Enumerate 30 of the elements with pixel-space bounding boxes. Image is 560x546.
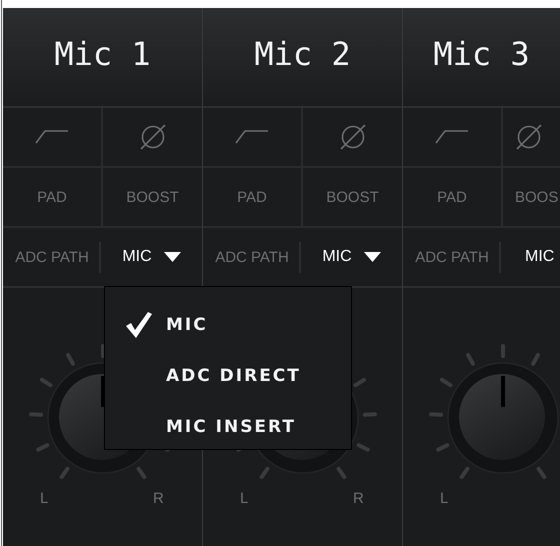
caret-icon: [364, 252, 381, 262]
path-label: ADC PATH: [215, 248, 289, 266]
caret-icon: [164, 252, 181, 262]
phase-invert-icon: [138, 123, 166, 151]
phase-invert-button[interactable]: [503, 108, 560, 166]
channel-name: Mic 1: [54, 35, 151, 75]
pan-left-label: L: [40, 490, 48, 507]
path-dropdown[interactable]: MIC: [322, 248, 381, 266]
channel-name: Mic 2: [254, 35, 351, 75]
pan-knob[interactable]: [447, 362, 559, 474]
menu-item[interactable]: MIC: [105, 299, 351, 350]
pan-right-label: R: [153, 490, 164, 507]
menu-item[interactable]: MIC INSERT: [105, 401, 351, 452]
check-icon: [126, 312, 152, 338]
pan-right-label: R: [353, 490, 364, 507]
highpass-filter-icon: [35, 130, 69, 144]
phase-invert-icon: [338, 123, 366, 151]
path-dropdown[interactable]: MIC: [122, 248, 181, 266]
highpass-filter-icon: [235, 130, 269, 144]
pan-left-label: L: [440, 490, 448, 507]
phase-invert-button[interactable]: [303, 108, 402, 166]
path-label: ADC PATH: [415, 248, 489, 266]
path-label: ADC PATH: [15, 248, 89, 266]
channel-name: Mic 3: [433, 35, 530, 75]
pan-left-label: L: [240, 490, 248, 507]
menu-item[interactable]: ADC DIRECT: [105, 350, 351, 401]
phase-invert-button[interactable]: [103, 108, 202, 166]
highpass-filter-icon: [435, 130, 469, 144]
path-dropdown[interactable]: MIC: [525, 248, 554, 266]
phase-invert-icon: [515, 123, 543, 151]
